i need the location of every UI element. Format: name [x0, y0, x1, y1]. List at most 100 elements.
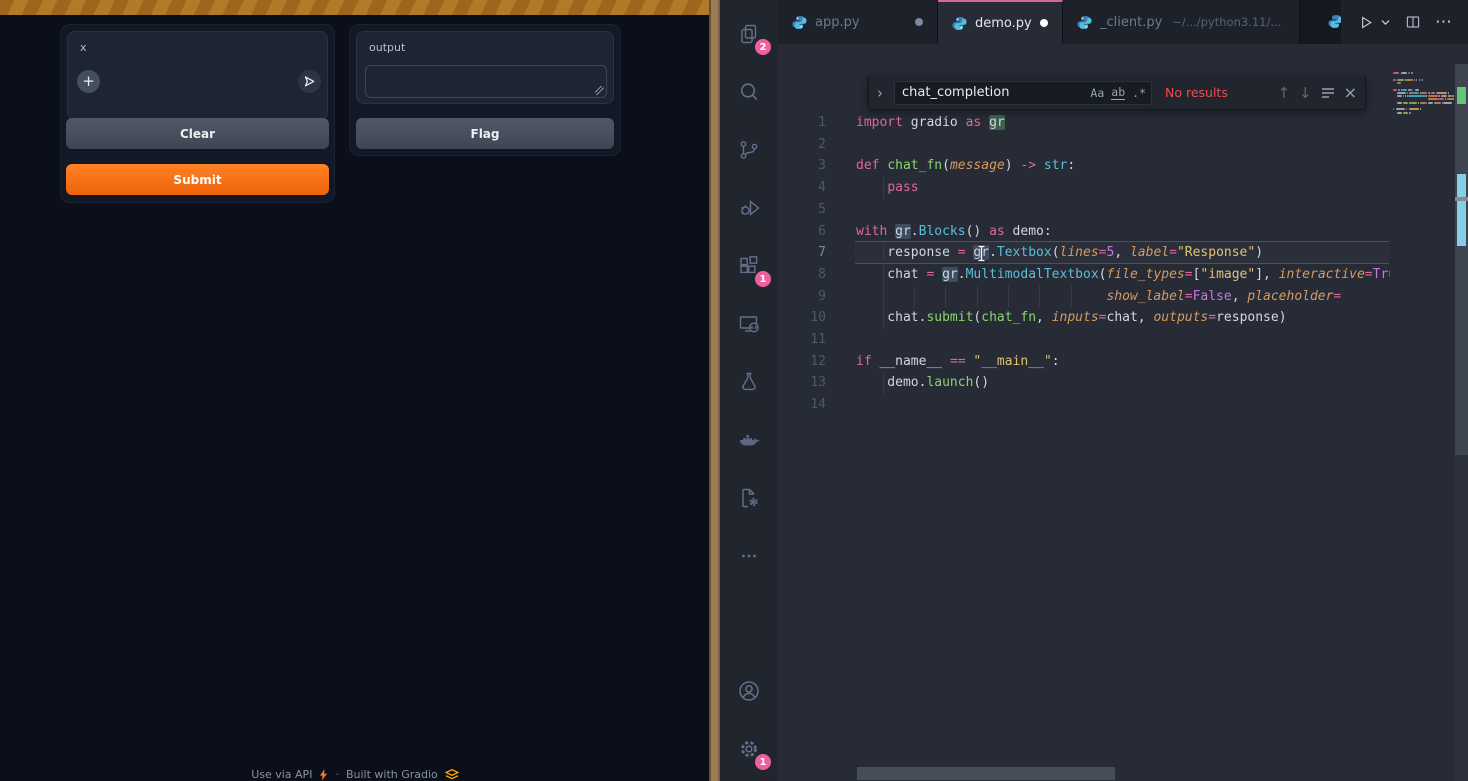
minimap[interactable] — [1390, 72, 1454, 136]
modified-dot[interactable] — [1040, 19, 1048, 27]
line-number: 1 — [778, 112, 826, 134]
built-with-gradio-link[interactable]: Built with Gradio — [346, 768, 438, 781]
ruler-occurrence-marker — [1457, 174, 1466, 246]
line-number: 12 — [778, 351, 826, 373]
regex-toggle[interactable]: .* — [1132, 86, 1146, 100]
code-line[interactable] — [856, 394, 1390, 416]
output-textarea[interactable] — [365, 65, 607, 98]
testing-icon[interactable] — [725, 358, 773, 406]
python-file-icon — [792, 15, 807, 30]
tab-bar: app.py demo.py _client.py ~/.../python3.… — [778, 0, 1468, 44]
code-line[interactable]: demo.launch() — [856, 372, 1390, 394]
horizontal-scrollbar[interactable] — [857, 767, 1115, 780]
python-file-icon — [952, 16, 967, 31]
line-number: 7 — [778, 242, 826, 264]
code-line[interactable]: def chat_fn(message) -> str: — [856, 155, 1390, 177]
output-panel: output Flag — [349, 24, 621, 156]
whole-word-toggle[interactable]: ab — [1111, 85, 1125, 100]
find-close-button[interactable]: × — [1344, 83, 1357, 102]
flag-button[interactable]: Flag — [356, 118, 614, 149]
find-next-button[interactable]: ↓ — [1299, 84, 1312, 102]
find-previous-button[interactable]: ↑ — [1277, 84, 1290, 102]
send-button[interactable] — [298, 70, 321, 93]
desktop-gap — [709, 0, 720, 781]
modified-dot[interactable] — [915, 18, 923, 26]
resize-grip-icon[interactable] — [595, 86, 604, 95]
find-in-selection-button[interactable] — [1321, 87, 1335, 99]
file-settings-icon[interactable] — [725, 474, 773, 522]
ruler-write-highlight-marker — [1457, 87, 1466, 104]
output-textbox: output — [356, 31, 614, 104]
multimodal-textbox[interactable]: x + — [67, 31, 328, 120]
window-top-stripe — [0, 0, 710, 15]
explorer-icon[interactable]: 2 — [725, 10, 773, 58]
input-panel: x + Clear Submit — [60, 24, 335, 203]
overview-ruler[interactable] — [1455, 64, 1468, 455]
python-file-icon — [1077, 15, 1092, 30]
activity-bar: 2 1 — [720, 0, 778, 781]
line-number: 9 — [778, 286, 826, 308]
gradio-logo-icon — [445, 769, 459, 780]
line-number: 13 — [778, 372, 826, 394]
find-query-text[interactable]: chat_completion — [902, 85, 1083, 100]
search-icon[interactable] — [725, 68, 773, 116]
run-python-button[interactable] — [1357, 14, 1374, 31]
more-views-icon[interactable] — [725, 532, 773, 580]
line-number: 10 — [778, 307, 826, 329]
mouse-ibeam-cursor — [977, 245, 986, 262]
tab-app-py[interactable]: app.py — [778, 0, 938, 44]
find-input[interactable]: chat_completion Aa ab .* — [894, 81, 1152, 105]
tab-client-py[interactable]: _client.py ~/.../python3.11/... — [1063, 0, 1300, 44]
more-actions-button[interactable]: ⋯ — [1435, 12, 1452, 32]
code-line[interactable]: import gradio as gr — [856, 112, 1390, 134]
line-number: 5 — [778, 199, 826, 221]
code-line[interactable]: if __name__ == "__main__": — [856, 351, 1390, 373]
find-results-count: No results — [1165, 85, 1268, 100]
line-number: 3 — [778, 155, 826, 177]
code-line[interactable]: show_label=False, placeholder= — [856, 286, 1390, 308]
input-label: x — [80, 41, 87, 54]
extensions-icon[interactable]: 1 — [725, 242, 773, 290]
code-line[interactable] — [856, 329, 1390, 351]
tab-label: demo.py — [975, 16, 1032, 31]
code-line[interactable]: chat.submit(chat_fn, inputs=chat, output… — [856, 307, 1390, 329]
gradio-app-window: x + Clear Submit output Flag Use via API… — [0, 0, 710, 781]
line-number: 4 — [778, 177, 826, 199]
use-via-api-link[interactable]: Use via API — [251, 768, 312, 781]
code-editor[interactable]: 1 import gradio as gr 23 def chat_fn(messag… — [778, 44, 1468, 781]
attach-file-button[interactable]: + — [77, 70, 100, 93]
line-number: 2 — [778, 134, 826, 156]
line-number: 11 — [778, 329, 826, 351]
code-line[interactable]: chat = gr.MultimodalTextbox(file_types=[… — [856, 264, 1390, 286]
code-line[interactable]: response = gr.Textbox(lines=5, label="Re… — [856, 242, 1390, 264]
find-collapse-chevron[interactable]: › — [875, 84, 885, 102]
send-icon — [303, 75, 316, 88]
api-bolt-icon — [319, 769, 328, 781]
accounts-icon[interactable] — [725, 667, 773, 715]
run-dropdown-chevron-icon[interactable] — [1380, 17, 1391, 28]
line-number: 8 — [778, 264, 826, 286]
split-editor-button[interactable] — [1405, 14, 1421, 30]
settings-gear-icon[interactable]: 1 — [725, 725, 773, 773]
vscode-window: 2 1 — [720, 0, 1468, 781]
ruler-cursor-line-marker — [1455, 197, 1468, 201]
submit-button[interactable]: Submit — [66, 164, 329, 195]
tab-label: _client.py — [1100, 15, 1162, 30]
line-number: 14 — [778, 394, 826, 416]
line-number: 6 — [778, 221, 826, 243]
run-debug-icon[interactable] — [725, 184, 773, 232]
code-line[interactable] — [856, 199, 1390, 221]
docker-icon[interactable] — [725, 416, 773, 464]
source-control-icon[interactable] — [725, 126, 773, 174]
remote-explorer-icon[interactable] — [725, 300, 773, 348]
code-line[interactable]: with gr.Blocks() as demo: — [856, 221, 1390, 243]
explorer-badge: 2 — [755, 39, 771, 55]
code-line[interactable] — [856, 134, 1390, 156]
match-case-toggle[interactable]: Aa — [1090, 86, 1104, 100]
tab-demo-py[interactable]: demo.py — [938, 0, 1063, 44]
overview-ruler-lower — [1455, 455, 1468, 781]
clipped-tab-icon — [1328, 14, 1341, 30]
clear-button[interactable]: Clear — [66, 118, 329, 149]
gradio-footer: Use via API · Built with Gradio — [0, 768, 710, 781]
code-line[interactable]: pass — [856, 177, 1390, 199]
